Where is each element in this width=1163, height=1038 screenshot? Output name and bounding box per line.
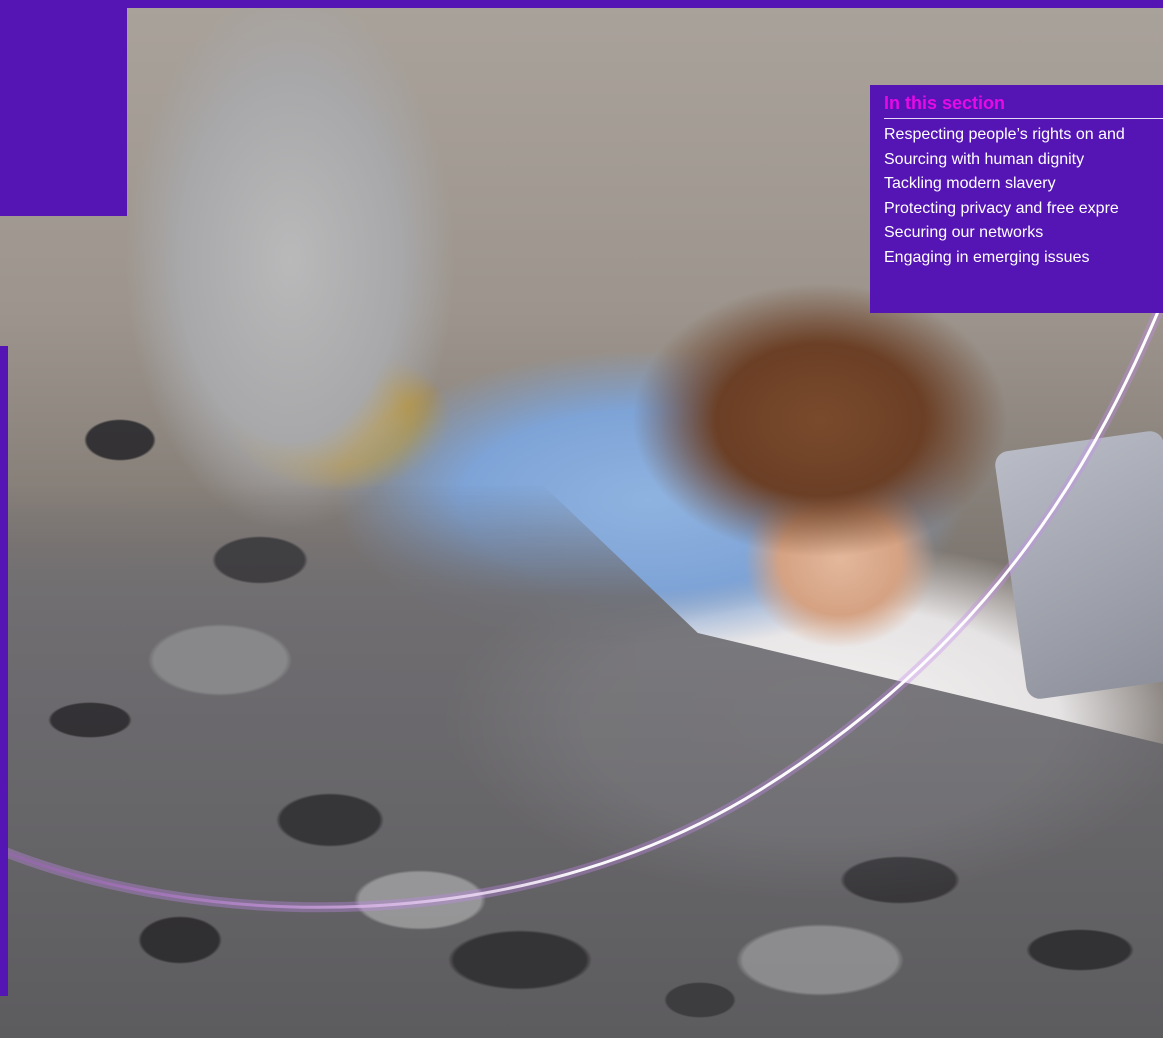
in-this-section-panel: In this section Respecting people’s righ… bbox=[870, 85, 1163, 313]
section-divider bbox=[884, 118, 1163, 119]
section-link-privacy-expression[interactable]: Protecting privacy and free expre bbox=[884, 197, 1163, 222]
section-panel-title: In this section bbox=[884, 93, 1006, 113]
section-link-securing-networks[interactable]: Securing our networks bbox=[884, 221, 1163, 246]
top-brand-bar bbox=[0, 0, 1163, 8]
camouflage-duvet bbox=[0, 300, 1163, 1038]
left-brand-strip bbox=[0, 346, 8, 996]
section-link-list: Respecting people’s rights on and Sourci… bbox=[870, 123, 1163, 270]
corner-brand-block bbox=[0, 0, 127, 216]
section-link-respecting-rights[interactable]: Respecting people’s rights on and bbox=[884, 123, 1163, 148]
section-link-emerging-issues[interactable]: Engaging in emerging issues bbox=[884, 246, 1163, 271]
tablet-device bbox=[993, 429, 1163, 701]
section-link-sourcing-dignity[interactable]: Sourcing with human dignity bbox=[884, 148, 1163, 173]
section-link-modern-slavery[interactable]: Tackling modern slavery bbox=[884, 172, 1163, 197]
